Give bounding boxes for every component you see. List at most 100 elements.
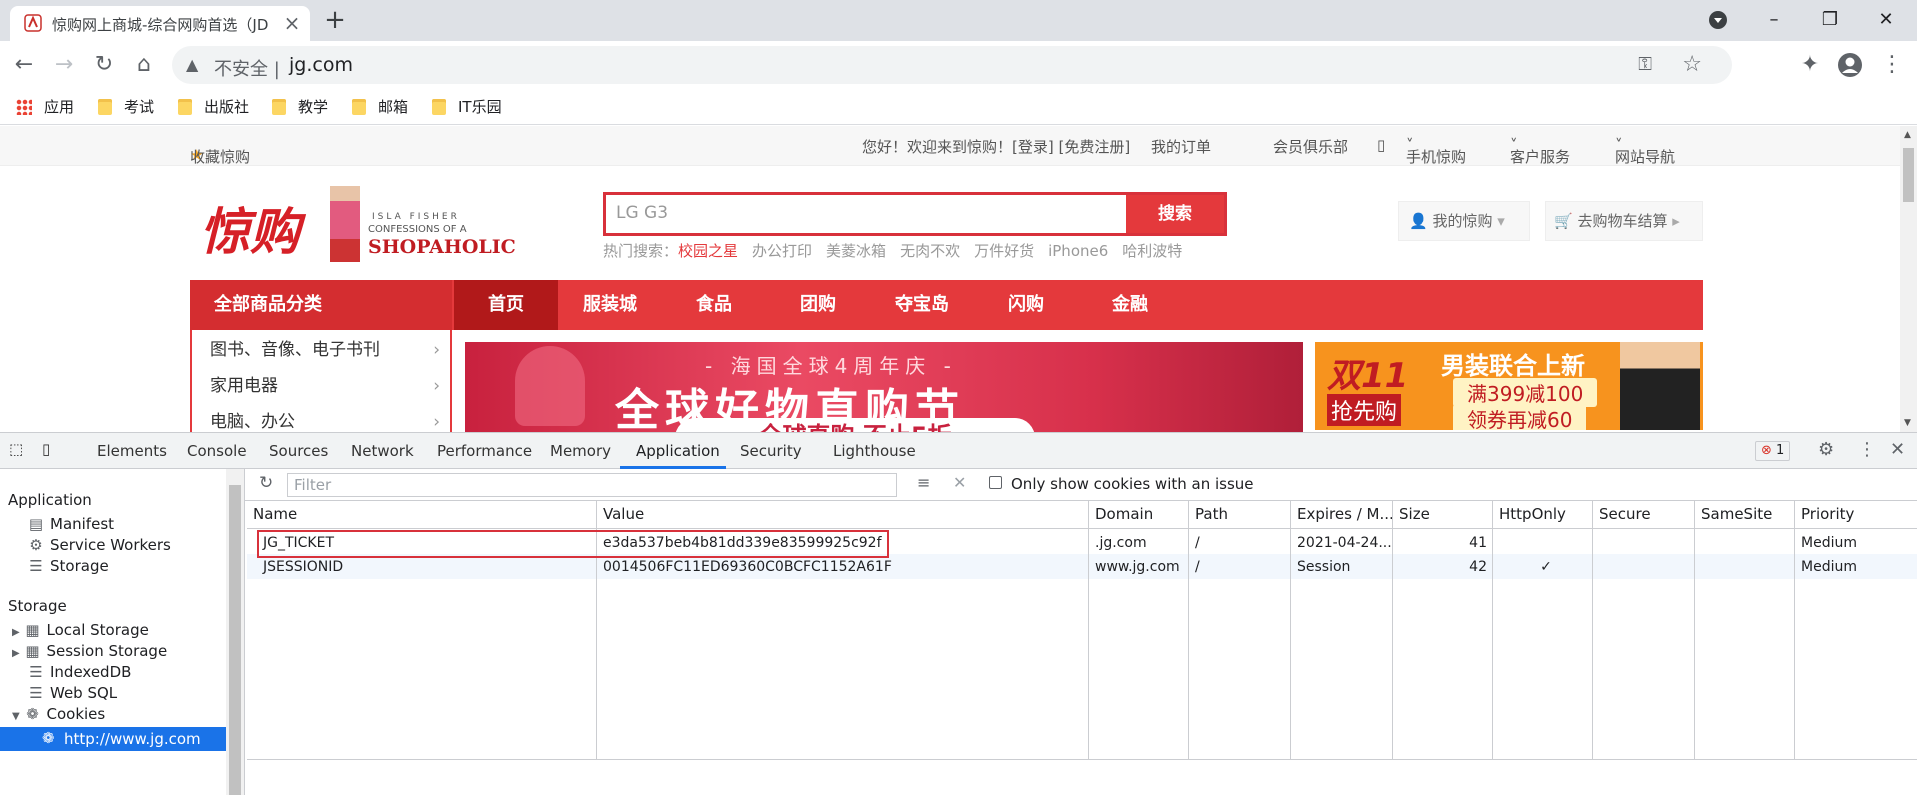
profile-menu-icon[interactable] xyxy=(1696,4,1740,36)
hot-term[interactable]: 办公打印 xyxy=(752,242,812,260)
minimize-icon[interactable]: – xyxy=(1752,4,1796,36)
nav-item[interactable]: 金融 xyxy=(1078,280,1182,330)
tab-console[interactable]: Console xyxy=(187,442,247,460)
tab-application[interactable]: Application xyxy=(636,442,720,460)
new-tab-button[interactable]: + xyxy=(320,6,350,36)
close-tab-icon[interactable]: × xyxy=(280,11,304,35)
club-link[interactable]: 会员俱乐部 xyxy=(1273,136,1348,157)
site-search-box[interactable]: LG G3 搜索 xyxy=(603,192,1227,236)
column-header-httponly[interactable]: HttpOnly xyxy=(1493,501,1593,529)
sidebar-item-cookies[interactable]: ▼ ❁ Cookies xyxy=(12,705,105,723)
site-search-input[interactable]: LG G3 xyxy=(616,203,668,223)
my-orders-link[interactable]: 我的订单 xyxy=(1151,136,1211,157)
hot-term[interactable]: 校园之星 xyxy=(678,242,738,260)
column-header-value[interactable]: Value xyxy=(597,501,1089,529)
bookmark-apps[interactable]: 应用 xyxy=(16,95,74,119)
error-badge[interactable]: ⊗ 1 xyxy=(1755,441,1791,461)
browser-tab[interactable]: 惊购网上商城-综合网购首选（JD × xyxy=(10,6,310,41)
restore-icon[interactable]: ❐ xyxy=(1808,4,1852,36)
selected-cookie-origin[interactable]: ❁ http://www.jg.com xyxy=(0,727,226,751)
hot-term[interactable]: 美菱冰箱 xyxy=(826,242,886,260)
inspect-icon[interactable]: ⬚ xyxy=(9,440,23,458)
nav-item[interactable]: 夺宝岛 xyxy=(870,280,974,330)
only-issue-checkbox[interactable] xyxy=(989,476,1002,489)
column-header-priority[interactable]: Priority xyxy=(1795,501,1917,529)
refresh-icon[interactable]: ↻ xyxy=(259,473,273,493)
page-scrollbar[interactable]: ▲ ▼ xyxy=(1900,126,1917,432)
sidebar-item-manifest[interactable]: ▤ Manifest xyxy=(28,515,114,533)
filter-input[interactable]: Filter xyxy=(287,473,897,497)
sidebar-item-indexeddb[interactable]: ☰ IndexedDB xyxy=(28,663,131,681)
column-header-size[interactable]: Size xyxy=(1393,501,1493,529)
close-devtools-icon[interactable]: ✕ xyxy=(1890,439,1905,460)
scroll-up-icon[interactable]: ▲ xyxy=(1904,130,1911,140)
expand-arrow-icon[interactable]: ▶ xyxy=(12,627,20,638)
expand-arrow-icon[interactable]: ▶ xyxy=(12,648,20,659)
bookmark-star-icon[interactable]: ☆ xyxy=(1682,52,1702,77)
key-icon[interactable]: ⚿ xyxy=(1638,54,1652,75)
nav-item[interactable]: 团购 xyxy=(766,280,870,330)
site-nav-link[interactable]: 网站导航 ˅ xyxy=(1615,136,1675,166)
sidebar-item-local-storage[interactable]: ▶ ▦ Local Storage xyxy=(12,621,149,639)
column-header-expires[interactable]: Expires / M... xyxy=(1291,501,1393,529)
home-icon[interactable]: ⌂ xyxy=(128,49,160,81)
bookmark-folder[interactable]: 邮箱 xyxy=(352,95,408,119)
hot-term[interactable]: 万件好货 xyxy=(974,242,1034,260)
category-item[interactable]: 家用电器 › xyxy=(210,368,440,404)
bookmark-folder[interactable]: IT乐园 xyxy=(432,95,502,119)
forward-icon[interactable]: → xyxy=(48,49,80,81)
column-header-secure[interactable]: Secure xyxy=(1593,501,1695,529)
hot-term[interactable]: 无肉不欢 xyxy=(900,242,960,260)
mobile-link[interactable]: 手机惊购 ˅ xyxy=(1406,136,1466,166)
address-url[interactable]: jg.com xyxy=(289,54,353,76)
category-item[interactable]: 电脑、办公 › xyxy=(210,404,440,432)
scrollbar-thumb[interactable] xyxy=(229,485,241,795)
collapse-arrow-icon[interactable]: ▼ xyxy=(12,711,20,722)
service-link[interactable]: 客户服务 ˅ xyxy=(1510,136,1570,166)
reload-icon[interactable]: ↻ xyxy=(88,49,120,81)
tab-elements[interactable]: Elements xyxy=(97,442,167,460)
column-header-samesite[interactable]: SameSite xyxy=(1695,501,1795,529)
tab-network[interactable]: Network xyxy=(351,442,414,460)
my-account-button[interactable]: 👤 我的惊购 ▾ xyxy=(1398,201,1530,241)
sidebar-item-storage[interactable]: ☰ Storage xyxy=(28,557,108,575)
tab-lighthouse[interactable]: Lighthouse xyxy=(833,442,916,460)
all-categories-button[interactable]: 全部商品分类 xyxy=(190,280,452,330)
site-search-button[interactable]: 搜索 xyxy=(1126,195,1224,233)
back-icon[interactable]: ← xyxy=(8,49,40,81)
nav-item[interactable]: 闪购 xyxy=(974,280,1078,330)
side-banner[interactable]: 双11 抢先购 男装联合上新 满399减100 领券再减60 xyxy=(1315,342,1703,430)
settings-gear-icon[interactable]: ⚙ xyxy=(1818,439,1834,460)
category-item[interactable]: 图书、音像、电子书刊 › xyxy=(210,332,440,368)
nav-item[interactable]: 食品 xyxy=(662,280,766,330)
cart-button[interactable]: 🛒 去购物车结算 ▸ xyxy=(1545,201,1703,241)
column-header-domain[interactable]: Domain xyxy=(1089,501,1189,529)
sidebar-scrollbar[interactable] xyxy=(226,469,244,795)
scroll-down-icon[interactable]: ▼ xyxy=(1904,418,1911,428)
clear-filtered-icon[interactable]: ≡ xyxy=(917,473,930,492)
main-banner[interactable]: - 海国全球4周年庆 - 全球好物直购节 全球直购 不止5折 xyxy=(465,342,1303,432)
column-header-path[interactable]: Path xyxy=(1189,501,1291,529)
address-bar[interactable]: ▲ 不安全 | jg.com ⚿ ☆ xyxy=(172,46,1732,84)
hot-term[interactable]: 哈利波特 xyxy=(1122,242,1182,260)
tab-memory[interactable]: Memory xyxy=(550,442,611,460)
bookmark-folder[interactable]: 教学 xyxy=(272,95,328,119)
hot-term[interactable]: iPhone6 xyxy=(1048,242,1108,260)
nav-item[interactable]: 首页 xyxy=(454,280,558,330)
site-logo[interactable]: 惊购 ISLA FISHER CONFESSIONS OF A SHOPAHOL… xyxy=(190,186,516,264)
more-options-icon[interactable]: ⋮ xyxy=(1858,439,1876,460)
tab-security[interactable]: Security xyxy=(740,442,802,460)
tab-sources[interactable]: Sources xyxy=(269,442,328,460)
sidebar-item-service-workers[interactable]: ⚙ Service Workers xyxy=(28,536,171,554)
greeting-text[interactable]: 您好！欢迎来到惊购！[登录] [免费注册] xyxy=(862,136,1130,157)
sidebar-item-web-sql[interactable]: ☰ Web SQL xyxy=(28,684,117,702)
device-toggle-icon[interactable]: ▯ xyxy=(42,440,50,458)
window-close-icon[interactable]: ✕ xyxy=(1864,4,1908,36)
menu-icon[interactable]: ⋮ xyxy=(1876,49,1908,81)
bookmark-folder[interactable]: 考试 xyxy=(98,95,154,119)
account-icon[interactable] xyxy=(1834,49,1866,81)
tab-performance[interactable]: Performance xyxy=(437,442,532,460)
extensions-icon[interactable]: ✦ xyxy=(1794,49,1826,81)
sidebar-item-session-storage[interactable]: ▶ ▦ Session Storage xyxy=(12,642,167,660)
scrollbar-thumb[interactable] xyxy=(1903,148,1914,202)
